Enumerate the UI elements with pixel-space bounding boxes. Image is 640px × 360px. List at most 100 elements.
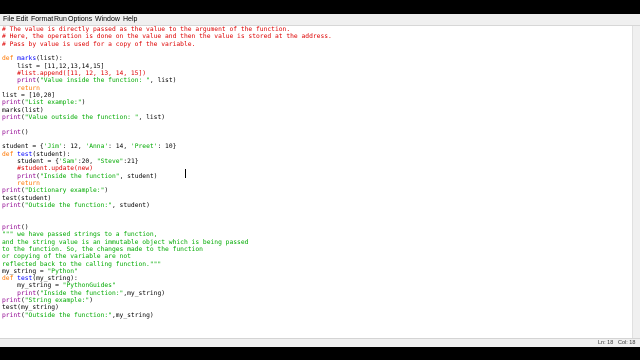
code-line[interactable]: """ we have passed strings to a function… [2, 231, 332, 238]
code-line[interactable]: my_string = "Python" [2, 268, 332, 275]
code-line[interactable]: print("Outside the function:",my_string) [2, 312, 332, 319]
code-token: list = [10,20] [2, 91, 56, 99]
menu-edit[interactable]: Edit [16, 14, 28, 25]
code-token: "Python" [47, 267, 78, 275]
code-token: or copying of the variable are not [2, 253, 131, 261]
code-line[interactable]: and the string value is an immutable obj… [2, 239, 332, 246]
code-token: my_string = [2, 282, 63, 290]
code-line[interactable] [2, 121, 332, 128]
code-line[interactable]: to the function. So, the changes made to… [2, 246, 332, 253]
code-token: "Dictionary example:" [24, 187, 105, 195]
code-token: "Outside the function:" [24, 201, 112, 209]
vertical-scrollbar[interactable] [632, 26, 640, 338]
text-cursor [185, 169, 186, 178]
menu-file[interactable]: File [3, 14, 14, 25]
code-token: "Value inside the function: " [39, 77, 150, 85]
code-line[interactable]: # Pass by value is used for a copy of th… [2, 41, 332, 48]
code-line[interactable]: def test(my_string): [2, 275, 332, 282]
code-line[interactable]: print("Dictionary example:") [2, 187, 332, 194]
code-token: # The value is directly passed as the va… [2, 26, 291, 33]
code-editor[interactable]: # The value is directly passed as the va… [0, 26, 632, 338]
code-line[interactable]: test(my_string) [2, 304, 332, 311]
code-token: :21} [123, 157, 139, 165]
code-token: ,my_string) [123, 289, 166, 297]
menu-help[interactable]: Help [123, 14, 137, 25]
code-token: print [2, 128, 21, 136]
code-line[interactable]: #student.update(new) [2, 165, 332, 172]
code-token: reflected back to the calling function."… [2, 260, 162, 268]
code-line[interactable] [2, 48, 332, 55]
code-token: "Outside the function:" [24, 311, 112, 319]
code-token: # Pass by value is used for a copy of th… [2, 40, 196, 48]
code-token: print [2, 297, 21, 305]
line-indicator: Ln: 18 [598, 340, 614, 346]
code-line[interactable]: list = [11,12,13,14,15] [2, 63, 332, 70]
code-line[interactable]: print("Value outside the function: ", li… [2, 114, 332, 121]
code-token: () [20, 223, 29, 231]
code-line[interactable]: return [2, 85, 332, 92]
code-line[interactable]: print("Outside the function:", student) [2, 202, 332, 209]
code-line[interactable] [2, 209, 332, 216]
code-line[interactable]: print("Value inside the function: ", lis… [2, 77, 332, 84]
code-line[interactable]: student = {'Sam':20, "Steve":21} [2, 158, 332, 165]
code-line[interactable]: list = [10,20] [2, 92, 332, 99]
menu-options[interactable]: Options [68, 14, 92, 25]
code-token: my_string = [2, 267, 48, 275]
code-token: print [2, 187, 21, 195]
code-token: student = { [2, 143, 44, 151]
menu-window[interactable]: Window [95, 14, 120, 25]
code-token: : 14, [108, 143, 131, 151]
code-line[interactable]: or copying of the variable are not [2, 253, 332, 260]
code-line[interactable]: print("Inside the function", student) [2, 173, 332, 180]
code-token: print [2, 201, 21, 209]
code-line[interactable]: #list.append([11, 12, 13, 14, 15]) [2, 70, 332, 77]
code-token: ) [81, 99, 86, 107]
code-line[interactable]: print() [2, 224, 332, 231]
code-token: """ we have passed strings to a function… [2, 231, 158, 239]
code-token: 'Jim' [43, 143, 63, 151]
status-bar: Ln: 18 Col: 18 [0, 338, 640, 347]
code-line[interactable]: reflected back to the calling function."… [2, 261, 332, 268]
code-line[interactable]: print("List example:") [2, 99, 332, 106]
code-token: test [17, 150, 33, 158]
code-token: print [2, 311, 21, 319]
menu-format[interactable]: Format [31, 14, 53, 25]
code-line[interactable]: marks(list) [2, 107, 332, 114]
code-token: 'Sam' [58, 157, 78, 165]
code-token: , list) [149, 77, 177, 85]
code-token: def [2, 150, 18, 158]
code-token: ) [104, 187, 109, 195]
code-token: marks [17, 55, 37, 63]
code-line[interactable]: def test(student): [2, 151, 332, 158]
code-area[interactable]: # The value is directly passed as the va… [2, 26, 332, 319]
code-line[interactable]: return [2, 180, 332, 187]
code-line[interactable]: student = {'Jim': 12, 'Anna': 14, 'Preet… [2, 143, 332, 150]
code-line[interactable]: test(student) [2, 195, 332, 202]
code-token: print [2, 113, 21, 121]
code-token: 'Anna' [85, 143, 109, 151]
code-line[interactable]: print("String example:") [2, 297, 332, 304]
menu-run[interactable]: Run [54, 14, 67, 25]
code-token: , list) [138, 113, 166, 121]
code-token: : 12, [62, 143, 86, 151]
code-line[interactable]: # Here, the operation is done on the val… [2, 33, 332, 40]
code-token: def [2, 55, 18, 63]
code-token: print [2, 99, 21, 107]
code-token: list = [11,12,13,14,15] [2, 62, 105, 70]
code-token: "Value outside the function: " [24, 113, 139, 121]
code-token: () [20, 128, 29, 136]
code-line[interactable]: print() [2, 129, 332, 136]
code-token: test(student) [2, 194, 52, 202]
column-indicator: Col: 18 [618, 340, 636, 346]
code-line[interactable]: def marks(list): [2, 55, 332, 62]
code-line[interactable]: my_string = "PythonGuides" [2, 282, 332, 289]
code-line[interactable]: print("Inside the function:",my_string) [2, 290, 332, 297]
code-token: test [17, 275, 33, 283]
code-line[interactable]: # The value is directly passed as the va… [2, 26, 332, 33]
code-line[interactable] [2, 136, 332, 143]
code-line[interactable] [2, 217, 332, 224]
code-token: 'Preet' [130, 143, 158, 151]
code-token: return [2, 179, 40, 187]
